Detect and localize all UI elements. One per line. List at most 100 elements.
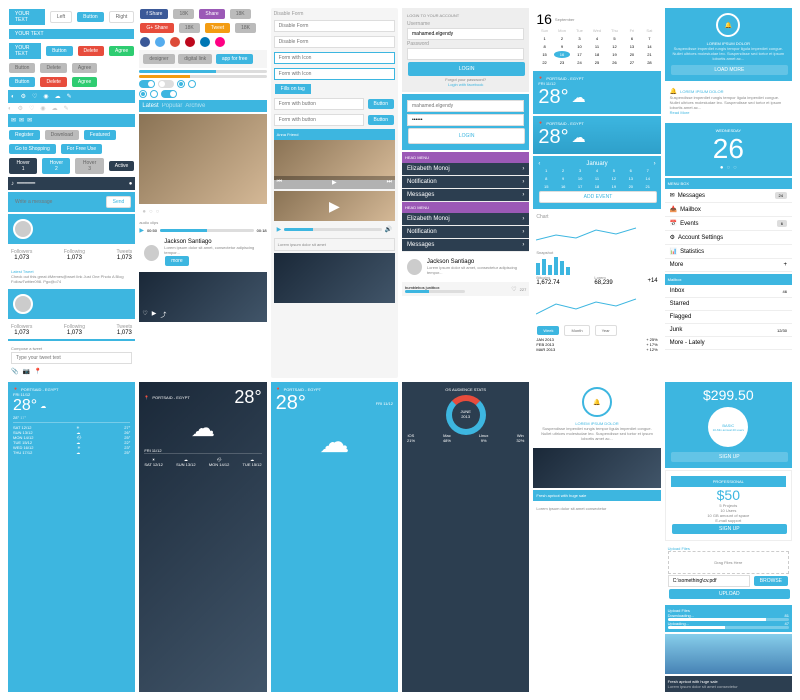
fb-icon[interactable] [140, 37, 150, 47]
icon[interactable]: ⚙ [18, 105, 23, 112]
login-btn[interactable]: LOGIN [408, 128, 525, 144]
prev-icon[interactable]: ⏮ [277, 179, 282, 186]
username-input[interactable] [407, 28, 524, 40]
login-btn[interactable]: LOGIN [408, 62, 525, 76]
li-icon[interactable] [200, 37, 210, 47]
fb-login[interactable]: Login with facebook [407, 82, 524, 87]
menu-item[interactable]: Messages› [402, 239, 529, 252]
icon[interactable]: ☁ [55, 93, 61, 100]
password-input[interactable] [407, 48, 524, 60]
hover-btn[interactable]: Hover 2 [42, 158, 70, 174]
volume-icon[interactable]: ♪ [11, 181, 14, 187]
icon[interactable]: ✎ [64, 105, 69, 112]
photo-icon[interactable]: 📷 [22, 368, 29, 375]
menu-item[interactable]: ⚙ Account Settings [665, 231, 792, 245]
toggle[interactable] [161, 90, 177, 98]
tab[interactable]: ✉ [11, 117, 16, 124]
password-input[interactable] [407, 114, 524, 126]
video-thumb[interactable]: ♡ ▶ ⤴ [139, 272, 266, 322]
download-btn[interactable]: Download [45, 130, 79, 140]
radio[interactable] [188, 80, 196, 88]
tag[interactable]: app for free [216, 54, 254, 64]
icon[interactable]: ⚙ [21, 93, 26, 100]
message-input[interactable] [11, 197, 102, 207]
signup-btn[interactable]: SIGN UP [672, 524, 787, 534]
icon[interactable]: ☁ [52, 105, 58, 112]
dot[interactable]: ○ [156, 209, 160, 215]
like-icon[interactable]: ♡ [142, 310, 147, 319]
icon[interactable]: ◉ [40, 105, 45, 112]
share-btn[interactable]: Share [199, 9, 224, 19]
tag[interactable]: YOUR TEXT [9, 29, 134, 39]
add-event-btn[interactable]: ADD EVENT [539, 191, 656, 203]
dot[interactable]: ● [142, 209, 146, 215]
free-btn[interactable]: For Free Use [61, 144, 102, 154]
upload-btn[interactable]: UPLOAD [669, 589, 790, 599]
icon[interactable]: ◐ [8, 106, 12, 112]
read-more-link[interactable]: Read More [670, 110, 690, 115]
share-icon[interactable]: ⤴ [160, 310, 166, 319]
btn[interactable]: Button [368, 115, 394, 125]
input[interactable] [274, 68, 395, 80]
file-input[interactable] [668, 575, 750, 587]
tab[interactable]: Archive [185, 103, 205, 109]
radio[interactable] [177, 80, 185, 88]
menu-item[interactable]: More+ [665, 259, 792, 272]
active-btn[interactable]: Active [109, 161, 135, 171]
toggle[interactable] [158, 80, 174, 88]
btn[interactable]: Button [46, 46, 72, 56]
dropzone[interactable]: Drag Files Here [668, 551, 789, 574]
mic-icon[interactable]: ● [129, 181, 133, 187]
btn[interactable]: Delete [40, 77, 66, 87]
icon[interactable]: ♡ [32, 93, 37, 100]
tab[interactable]: ✉ [27, 117, 32, 124]
play-icon[interactable]: ▶ [139, 227, 144, 234]
btn[interactable]: Agree [72, 77, 97, 87]
tag[interactable]: digital link [178, 54, 212, 64]
input[interactable] [274, 36, 395, 48]
input[interactable] [274, 114, 364, 126]
signup-btn[interactable]: SIGN UP [671, 452, 788, 462]
like-icon[interactable]: ♡ [511, 286, 516, 293]
delete-btn[interactable]: Delete [78, 46, 104, 56]
btn-left[interactable]: Left [50, 11, 72, 23]
icon[interactable]: ◐ [11, 94, 15, 100]
load-more-btn[interactable]: LOAD MORE [671, 65, 788, 75]
gp-icon[interactable] [170, 37, 180, 47]
toggle[interactable] [139, 80, 155, 88]
input[interactable] [274, 98, 364, 110]
menu-item[interactable]: More - Lately [665, 337, 792, 350]
tweet-input[interactable] [11, 352, 132, 364]
icon[interactable]: ◉ [43, 93, 48, 100]
tab[interactable]: Popular [162, 103, 183, 109]
hover-btn[interactable]: Hover 1 [9, 158, 37, 174]
slider[interactable]: ━━━━━ [17, 180, 126, 187]
tw-icon[interactable] [155, 37, 165, 47]
icon[interactable]: ✎ [67, 93, 72, 100]
tag[interactable]: YOUR TEXT [9, 43, 41, 59]
shop-btn[interactable]: Go to Shopping [9, 144, 56, 154]
menu-item[interactable]: Elizabeth Monoj› [402, 163, 529, 176]
tag[interactable]: designer [143, 54, 174, 64]
tweet-btn[interactable]: Tweet [205, 23, 230, 33]
username-input[interactable] [407, 100, 524, 112]
menu-item[interactable]: 📥 Mailbox [665, 203, 792, 217]
gplus-share[interactable]: G+ Share [140, 23, 174, 33]
dot[interactable]: ○ [149, 209, 153, 215]
vol-icon[interactable]: 🔊 [385, 226, 392, 233]
btn-center[interactable]: Button [77, 12, 103, 22]
browse-btn[interactable]: BROWSE [754, 576, 788, 586]
menu-item[interactable]: Flagged [665, 311, 792, 324]
radio[interactable] [150, 90, 158, 98]
dr-icon[interactable] [215, 37, 225, 47]
more-btn[interactable]: more [165, 256, 188, 266]
input[interactable] [274, 52, 395, 64]
menu-item[interactable]: Messages› [402, 189, 529, 202]
fill-tag[interactable]: Fills on tag [275, 84, 311, 94]
avatar[interactable] [13, 219, 33, 239]
menu-item[interactable]: Junk12/30 [665, 324, 792, 337]
next-icon[interactable]: ⏭ [387, 179, 392, 186]
menu-item[interactable]: 📊 Statistics [665, 245, 792, 259]
radio[interactable] [139, 90, 147, 98]
btn[interactable]: Button [368, 99, 394, 109]
